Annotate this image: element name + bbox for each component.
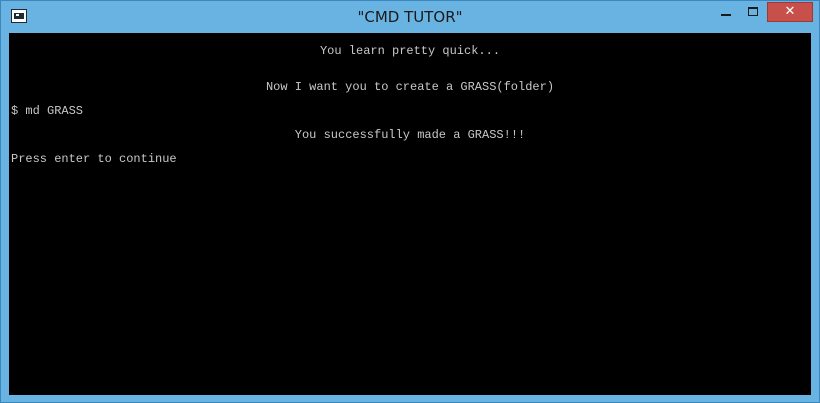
- console-line-command: $ md GRASS: [11, 104, 84, 118]
- console-line-success: You successfully made a GRASS!!!: [294, 128, 526, 142]
- console-line-instruction: Now I want you to create a GRASS(folder): [265, 80, 555, 94]
- maximize-button[interactable]: [740, 2, 766, 22]
- close-button[interactable]: ✕: [767, 2, 813, 22]
- console-line-continue-prompt: Press enter to continue: [11, 152, 177, 166]
- console-line-intro: You learn pretty quick...: [319, 44, 501, 58]
- maximize-icon: [748, 7, 758, 16]
- minimize-icon: [721, 14, 731, 16]
- minimize-button[interactable]: [713, 2, 740, 22]
- console-output[interactable]: You learn pretty quick... Now I want you…: [9, 33, 811, 395]
- window-title: "CMD TUTOR": [357, 8, 463, 26]
- close-icon: ✕: [784, 4, 796, 19]
- console-window: "CMD TUTOR" ✕ You learn pretty quick... …: [0, 0, 820, 403]
- title-bar[interactable]: "CMD TUTOR" ✕: [1, 1, 819, 33]
